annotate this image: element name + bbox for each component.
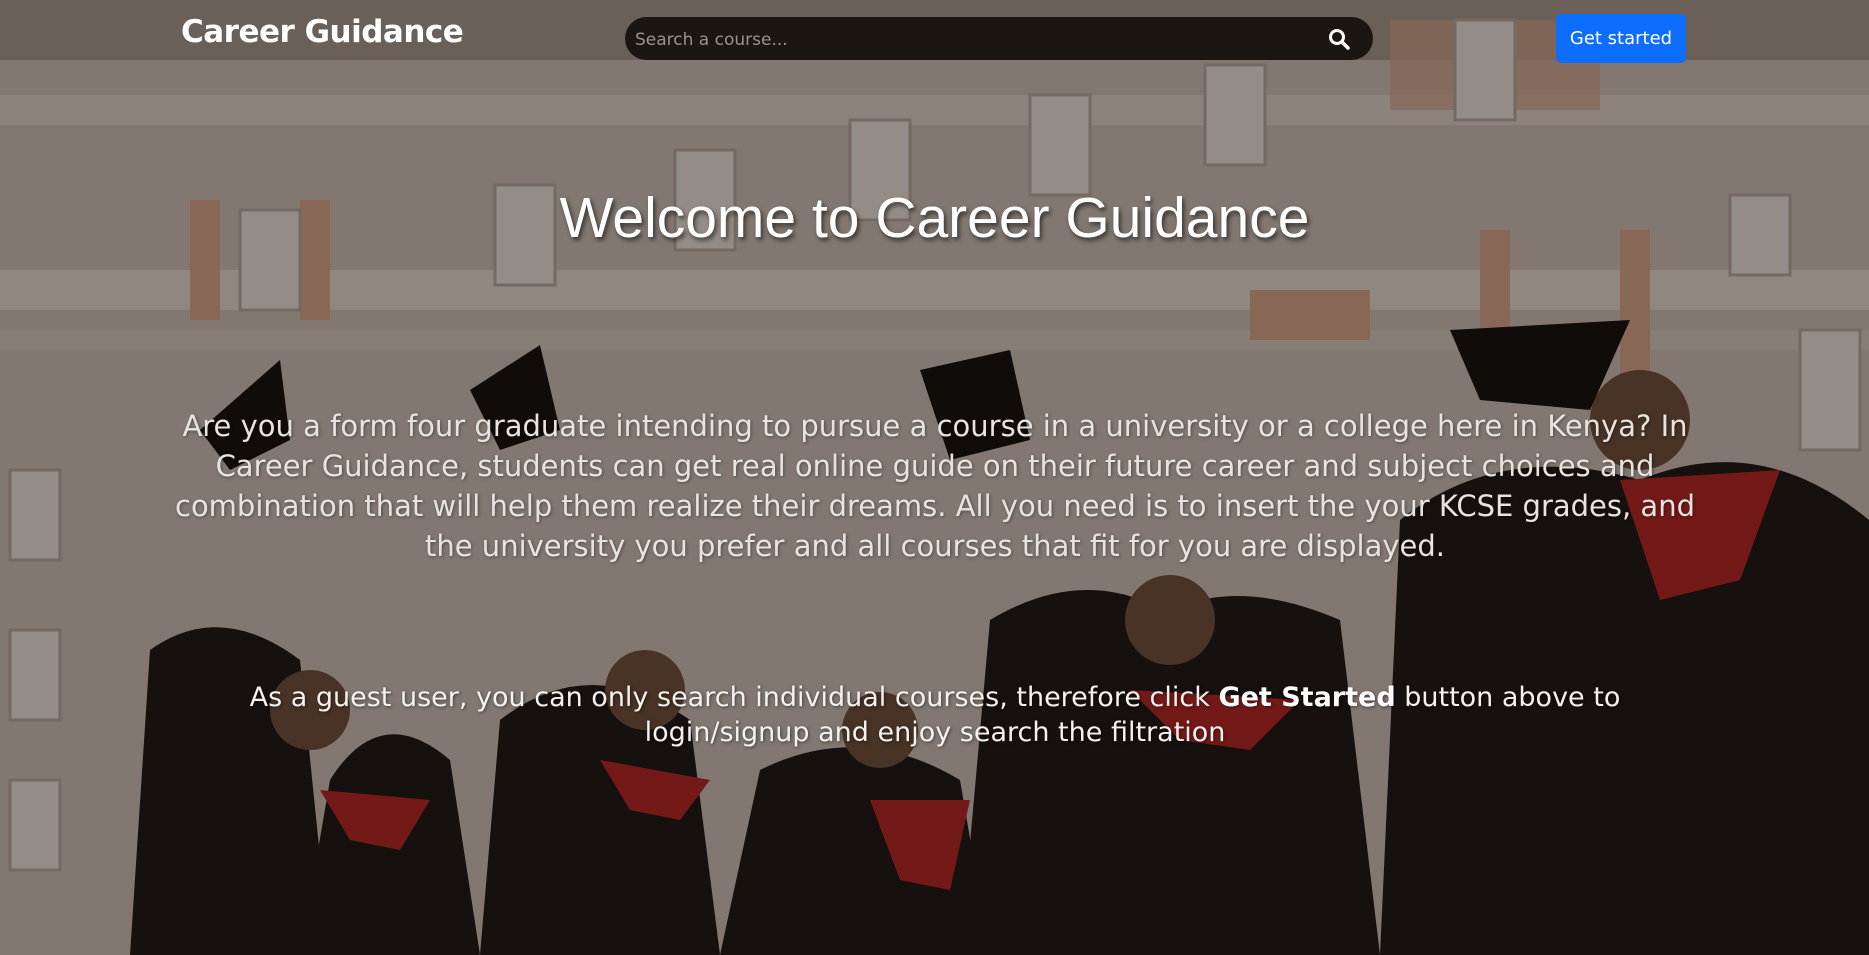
page-title: Welcome to Career Guidance — [559, 186, 1310, 250]
navbar: Career Guidance Get started — [0, 0, 1869, 80]
brand-logo[interactable]: Career Guidance — [181, 14, 464, 50]
get-started-button[interactable]: Get started — [1556, 14, 1686, 63]
search-input[interactable] — [633, 17, 1317, 62]
hero-section: Career Guidance Get started Welcome to C… — [0, 0, 1869, 955]
guest-notice-prefix: As a guest user, you can only search ind… — [249, 682, 1219, 713]
intro-paragraph: Are you a form four graduate intending t… — [175, 409, 1695, 563]
guest-notice-highlight: Get Started — [1218, 682, 1396, 713]
search-icon[interactable] — [1327, 27, 1351, 51]
search-bar — [625, 17, 1373, 62]
guest-notice: As a guest user, you can only search ind… — [175, 680, 1695, 750]
